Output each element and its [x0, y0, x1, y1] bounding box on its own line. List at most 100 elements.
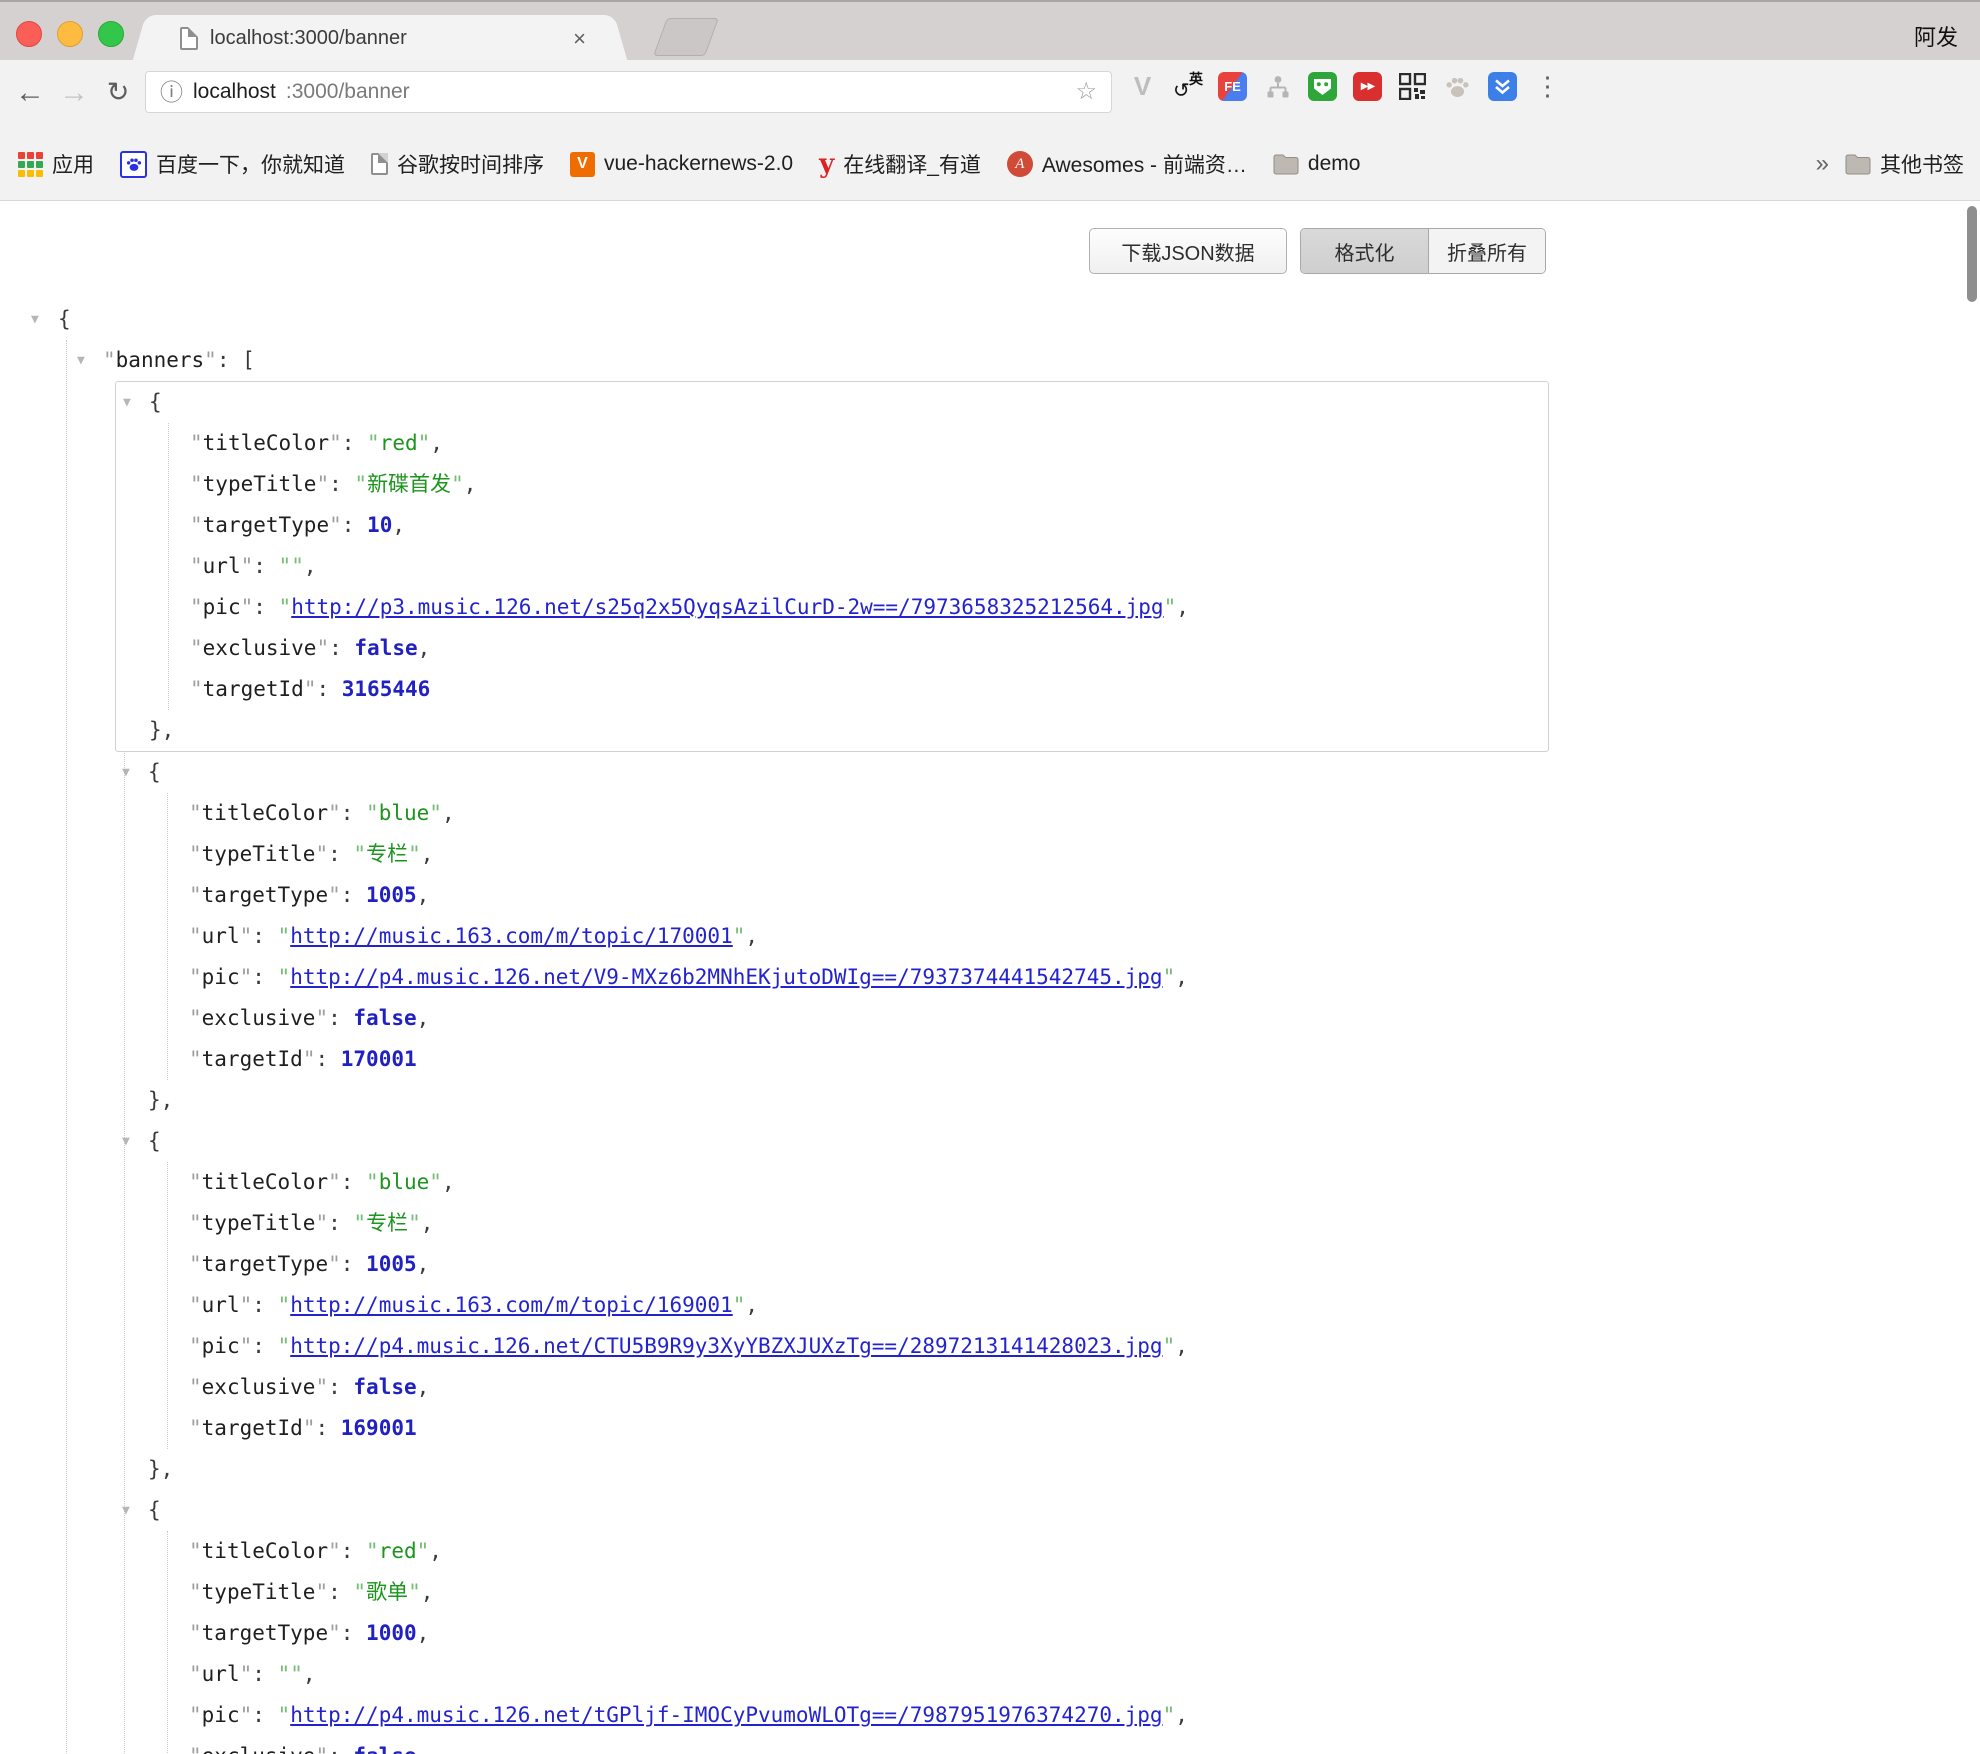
json-token: [: [242, 348, 255, 372]
collapse-toggle-icon[interactable]: ▼: [31, 299, 39, 340]
json-token: ": [240, 1662, 253, 1686]
page-icon: [371, 153, 388, 175]
bookmark-label: Awesomes - 前端资…: [1042, 149, 1247, 179]
paw-extension-icon[interactable]: [1443, 72, 1472, 101]
zoom-window-button[interactable]: [98, 21, 124, 47]
bookmark-folder-demo[interactable]: demo: [1273, 152, 1361, 176]
json-prop-pic: "pic": "http://p3.music.126.net/s25q2x5Q…: [169, 587, 1548, 628]
json-token: :: [329, 636, 354, 660]
json-token: ": [315, 842, 328, 866]
json-token: ": [190, 472, 203, 496]
active-tab[interactable]: localhost:3000/banner ×: [150, 15, 610, 62]
bookmark-awesomes[interactable]: A Awesomes - 前端资…: [1007, 149, 1247, 179]
bookmark-baidu[interactable]: 百度一下，你就知道: [120, 149, 345, 179]
json-token: ": [408, 842, 421, 866]
json-token: ": [315, 1580, 328, 1604]
json-token: ": [189, 1334, 202, 1358]
tab-close-icon[interactable]: ×: [569, 26, 590, 52]
json-token: ": [189, 883, 202, 907]
json-number-value: false: [354, 636, 417, 660]
json-token: ,: [1175, 1334, 1188, 1358]
proxy-extension-icon[interactable]: [1488, 72, 1517, 101]
vertical-scrollbar-thumb[interactable]: [1967, 206, 1977, 302]
json-token: ,: [745, 1293, 758, 1317]
json-url-link[interactable]: http://p4.music.126.net/tGPljf-IMOCyPvum…: [290, 1703, 1162, 1727]
org-chart-extension-icon[interactable]: [1263, 72, 1292, 101]
json-prop-exclusive: "exclusive": false,: [168, 998, 1549, 1039]
json-url-link[interactable]: http://music.163.com/m/topic/170001: [290, 924, 733, 948]
minimize-window-button[interactable]: [57, 21, 83, 47]
json-token: ": [278, 1334, 291, 1358]
json-token: ": [189, 1580, 202, 1604]
collapse-toggle-icon[interactable]: ▼: [77, 340, 85, 381]
page-info-icon[interactable]: ⓘ: [160, 81, 183, 104]
json-token: ,: [1175, 965, 1188, 989]
json-token: :: [252, 1662, 277, 1686]
json-string-value: red: [379, 1539, 417, 1563]
bookmark-star-icon[interactable]: ☆: [1075, 80, 1097, 104]
format-button[interactable]: 格式化: [1301, 229, 1429, 273]
collapse-toggle-icon[interactable]: ▼: [122, 1490, 130, 1531]
close-window-button[interactable]: [16, 21, 42, 47]
json-url-link[interactable]: http://music.163.com/m/topic/169001: [290, 1293, 733, 1317]
json-token: ": [189, 1211, 202, 1235]
json-token: ,: [418, 636, 431, 660]
json-token: ": [240, 924, 253, 948]
json-token: ,: [417, 1006, 430, 1030]
back-button[interactable]: ←: [8, 60, 52, 125]
json-token: :: [341, 1252, 366, 1276]
other-bookmarks-folder[interactable]: 其他书签: [1845, 149, 1964, 179]
collapse-toggle-icon[interactable]: ▼: [122, 752, 130, 793]
json-token: ": [290, 1662, 303, 1686]
json-token: ": [189, 1539, 202, 1563]
qr-code-extension-icon[interactable]: [1398, 72, 1427, 101]
bookmark-vue-hackernews[interactable]: V vue-hackernews-2.0: [570, 152, 793, 177]
bookmark-label: 在线翻译_有道: [843, 149, 981, 179]
json-token: ,: [421, 1580, 434, 1604]
json-number-value: 1005: [366, 883, 417, 907]
json-key: targetId: [203, 677, 304, 701]
json-url-link[interactable]: http://p3.music.126.net/s25q2x5QyqsAzilC…: [291, 595, 1163, 619]
bookmarks-overflow-chevron[interactable]: »: [1816, 150, 1829, 178]
collapse-toggle-icon[interactable]: ▼: [122, 1121, 130, 1162]
json-token: ": [303, 1416, 316, 1440]
profile-name[interactable]: 阿发: [1914, 20, 1958, 52]
json-url-link[interactable]: http://p4.music.126.net/V9-MXz6b2MNhEKju…: [290, 965, 1162, 989]
reload-button[interactable]: ↻: [96, 60, 140, 125]
json-token: ": [240, 1334, 253, 1358]
translate-extension-icon[interactable]: 英 ↺: [1173, 72, 1202, 101]
other-bookmarks-label: 其他书签: [1880, 149, 1964, 179]
json-token: {: [148, 1129, 161, 1153]
json-prop-url: "url": "",: [169, 546, 1548, 587]
new-tab-button[interactable]: [653, 18, 719, 56]
vue-devtools-extension-icon[interactable]: V: [1128, 72, 1157, 101]
json-token: ,: [442, 1170, 455, 1194]
forward-button: →: [52, 60, 96, 125]
json-token: ": [190, 513, 203, 537]
browser-menu-icon[interactable]: ⋮: [1533, 72, 1562, 101]
tampermonkey-extension-icon[interactable]: [1308, 72, 1337, 101]
json-prop-url: "url": "http://music.163.com/m/topic/170…: [168, 916, 1549, 957]
bookmark-youdao-translate[interactable]: y 在线翻译_有道: [819, 149, 981, 179]
json-token: ": [316, 472, 329, 496]
json-token: ": [733, 1293, 746, 1317]
bookmark-apps[interactable]: 应用: [18, 149, 94, 179]
json-url-link[interactable]: http://p4.music.126.net/CTU5B9R9y3XyYBZX…: [290, 1334, 1162, 1358]
json-token: ": [366, 1170, 379, 1194]
json-token: ": [241, 595, 254, 619]
fe-extension-icon[interactable]: FE: [1218, 72, 1247, 101]
video-downloader-extension-icon[interactable]: ▶▶: [1353, 72, 1382, 101]
json-token: ": [204, 348, 217, 372]
json-token: :: [328, 1580, 353, 1604]
collapse-toggle-icon[interactable]: ▼: [123, 382, 131, 423]
json-prop-exclusive: "exclusive": false,: [168, 1367, 1549, 1408]
address-bar[interactable]: ⓘ localhost:3000/banner ☆: [145, 71, 1112, 113]
json-token: },: [148, 1457, 173, 1481]
youdao-icon: y: [819, 151, 834, 177]
bookmark-google-sort[interactable]: 谷歌按时间排序: [371, 149, 544, 179]
collapse-all-button[interactable]: 折叠所有: [1429, 229, 1545, 273]
json-token: ,: [442, 801, 455, 825]
json-token: ": [353, 1580, 366, 1604]
download-json-button[interactable]: 下载JSON数据: [1089, 228, 1287, 274]
json-key: pic: [202, 1334, 240, 1358]
